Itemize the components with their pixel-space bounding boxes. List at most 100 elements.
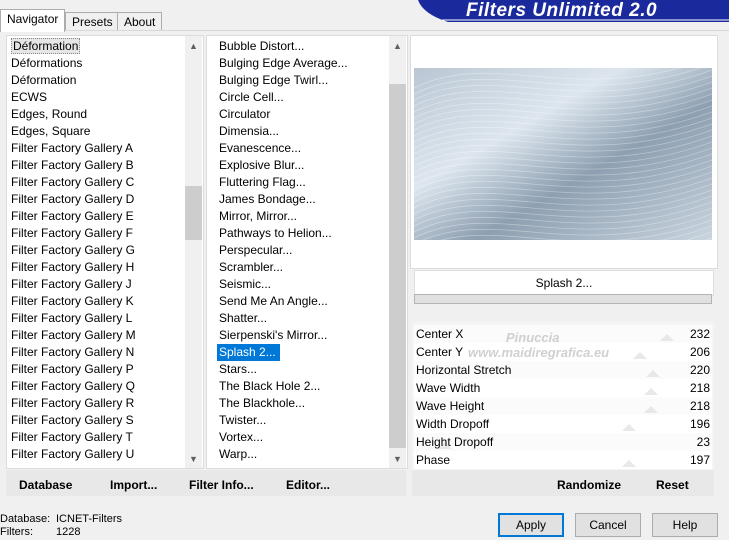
filter-item[interactable]: Twister... [217, 412, 348, 429]
slider-thumb-icon[interactable] [621, 460, 636, 467]
category-item[interactable]: Filter Factory Gallery C [9, 174, 136, 191]
filter-list-panel: Bubble Distort... Bulging Edge Average...… [206, 35, 408, 469]
category-item[interactable]: Déformations [9, 55, 136, 72]
param-row[interactable]: Width Dropoff 196 [414, 415, 712, 433]
filter-scroll-thumb[interactable] [389, 84, 406, 448]
filter-item[interactable]: Pathways to Helion... [217, 225, 348, 242]
category-item[interactable]: Filter Factory Gallery U [9, 446, 136, 463]
category-item[interactable]: Déformation [9, 38, 136, 55]
slider-thumb-icon[interactable] [659, 334, 674, 341]
filter-item[interactable]: Bulging Edge Average... [217, 55, 348, 72]
param-row[interactable]: Horizontal Stretch 220 [414, 361, 712, 379]
category-item[interactable]: ECWS [9, 89, 136, 106]
filter-item[interactable]: The Blackhole... [217, 395, 348, 412]
param-label: Phase [416, 453, 451, 467]
category-scroll-thumb[interactable] [185, 186, 202, 240]
cancel-button[interactable]: Cancel [575, 513, 641, 537]
filter-item[interactable]: Mirror, Mirror... [217, 208, 348, 225]
category-item[interactable]: Filter Factory Gallery K [9, 293, 136, 310]
status-filters-label: Filters: [0, 526, 33, 538]
filter-item[interactable]: Sierpenski's Mirror... [217, 327, 348, 344]
filter-item[interactable]: Dimensia... [217, 123, 348, 140]
preview-panel [410, 35, 718, 269]
slider-thumb-icon[interactable] [632, 352, 647, 359]
category-item[interactable]: Filter Factory Gallery E [9, 208, 136, 225]
param-value: 218 [689, 381, 710, 395]
filter-item[interactable]: Scrambler... [217, 259, 348, 276]
param-label: Height Dropoff [416, 435, 494, 449]
scroll-up-icon[interactable]: ▲ [185, 39, 202, 53]
tab-about[interactable]: About [117, 12, 163, 31]
param-row[interactable]: Wave Width 218 [414, 379, 712, 397]
filter-item[interactable]: Shatter... [217, 310, 348, 327]
database-button[interactable]: Database [19, 478, 72, 492]
reset-button[interactable]: Reset [656, 478, 689, 492]
scroll-down-icon[interactable]: ▼ [185, 452, 202, 466]
category-item[interactable]: Filter Factory Gallery B [9, 157, 136, 174]
category-item[interactable]: Déformation [9, 72, 136, 89]
category-item[interactable]: Filter Factory Gallery L [9, 310, 136, 327]
tab-navigator[interactable]: Navigator [0, 9, 66, 32]
help-button[interactable]: Help [652, 513, 718, 537]
category-item[interactable]: Filter Factory Gallery G [9, 242, 136, 259]
category-item[interactable]: Filter Factory Gallery F [9, 225, 136, 242]
category-item[interactable]: Filter Factory Gallery T [9, 429, 136, 446]
category-item[interactable]: Filter Factory Gallery A [9, 140, 136, 157]
preview-image[interactable] [414, 68, 712, 240]
slider-thumb-icon[interactable] [643, 406, 658, 413]
filter-item[interactable]: Bulging Edge Twirl... [217, 72, 348, 89]
tab-presets[interactable]: Presets [65, 12, 120, 31]
param-label: Center X [416, 327, 464, 341]
filter-list[interactable]: Bubble Distort... Bulging Edge Average...… [217, 38, 348, 463]
filter-item[interactable]: Stars... [217, 361, 348, 378]
category-item[interactable]: Filter Factory Gallery J [9, 276, 136, 293]
apply-button[interactable]: Apply [498, 513, 564, 537]
category-item[interactable]: Filter Factory Gallery N [9, 344, 136, 361]
slider-thumb-icon[interactable] [621, 424, 636, 431]
category-item[interactable]: Filter Factory Gallery Q [9, 378, 136, 395]
param-row[interactable]: Wave Height 218 [414, 397, 712, 415]
param-value: 23 [696, 435, 710, 449]
category-item[interactable]: Filter Factory Gallery S [9, 412, 136, 429]
category-item[interactable]: Filter Factory Gallery R [9, 395, 136, 412]
selected-filter-name: Splash 2... [414, 270, 714, 296]
scroll-up-icon[interactable]: ▲ [389, 39, 406, 53]
filter-item[interactable]: Fluttering Flag... [217, 174, 348, 191]
filter-item[interactable]: Perspecular... [217, 242, 348, 259]
filter-item[interactable]: Explosive Blur... [217, 157, 348, 174]
import-button[interactable]: Import... [110, 478, 157, 492]
filter-item[interactable]: Send Me An Angle... [217, 293, 348, 310]
param-row[interactable]: Phase 197 [414, 451, 712, 469]
filter-item[interactable]: Warp... [217, 446, 348, 463]
filter-item[interactable]: Bubble Distort... [217, 38, 348, 55]
filter-progress-bar [414, 294, 712, 304]
slider-thumb-icon[interactable] [643, 388, 658, 395]
slider-thumb-icon[interactable] [646, 370, 661, 377]
param-row[interactable]: Height Dropoff 23 [414, 433, 712, 451]
category-list[interactable]: Déformation Déformations Déformation ECWS Ed… [9, 38, 136, 463]
editor-button[interactable]: Editor... [286, 478, 330, 492]
randomize-button[interactable]: Randomize [557, 478, 621, 492]
category-item[interactable]: Filter Factory Gallery P [9, 361, 136, 378]
param-label: Width Dropoff [416, 417, 490, 431]
filter-item[interactable]: Evanescence... [217, 140, 348, 157]
filter-item[interactable]: Splash 2... [217, 344, 280, 361]
filter-item[interactable]: Circulator [217, 106, 348, 123]
category-item[interactable]: Filter Factory Gallery D [9, 191, 136, 208]
filter-item[interactable]: The Black Hole 2... [217, 378, 348, 395]
param-value: 196 [689, 417, 710, 431]
param-label: Horizontal Stretch [416, 363, 512, 377]
filter-info-button[interactable]: Filter Info... [189, 478, 254, 492]
filter-item[interactable]: Circle Cell... [217, 89, 348, 106]
param-label: Wave Width [416, 381, 481, 395]
filter-item[interactable]: Seismic... [217, 276, 348, 293]
category-item[interactable]: Filter Factory Gallery M [9, 327, 136, 344]
scroll-down-icon[interactable]: ▼ [389, 452, 406, 466]
category-item[interactable]: Filter Factory Gallery H [9, 259, 136, 276]
category-item[interactable]: Edges, Round [9, 106, 136, 123]
filter-item[interactable]: Vortex... [217, 429, 348, 446]
category-scrollbar[interactable]: ▲ ▼ [185, 36, 202, 468]
category-item[interactable]: Edges, Square [9, 123, 136, 140]
filter-item[interactable]: James Bondage... [217, 191, 348, 208]
filter-scrollbar[interactable]: ▲ ▼ [389, 36, 406, 468]
